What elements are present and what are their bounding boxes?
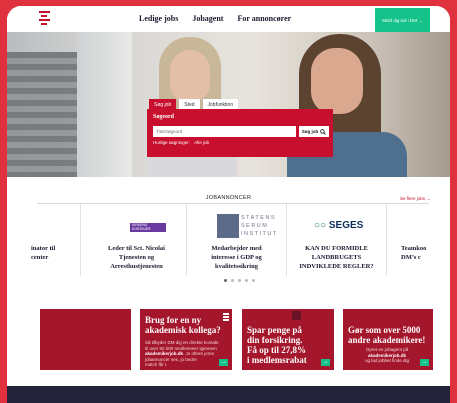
arrow-right-icon[interactable]: → bbox=[321, 359, 330, 366]
carousel-dot[interactable] bbox=[245, 279, 248, 282]
job-card[interactable]: KAN DU FORMIDLE LANDBRUGETS INDVIKLEDE R… bbox=[287, 204, 387, 276]
job-title: Leder til Sct. Nicolai Tjenesten og Arre… bbox=[108, 245, 165, 270]
banner-headline: Brug for en ny akademisk kollega? bbox=[145, 315, 221, 335]
arrow-right-icon[interactable]: → bbox=[420, 359, 429, 366]
search-icon bbox=[320, 128, 327, 135]
search-label: Søgeord bbox=[153, 114, 174, 120]
promo-banner-kollega[interactable]: Brug for en ny akademisk kollega? Så til… bbox=[140, 309, 232, 370]
carousel-dot[interactable] bbox=[252, 279, 255, 282]
job-card[interactable]: Teamkoo DM’s c bbox=[387, 204, 447, 276]
page-frame: Ledige jobs Jobagent For annoncører Meld… bbox=[7, 6, 450, 403]
site-header: Ledige jobs Jobagent For annoncører Meld… bbox=[7, 6, 450, 32]
seges-logo: ○○ SEGES bbox=[314, 220, 364, 231]
shield-icon bbox=[292, 311, 301, 320]
nav-ledige-jobs[interactable]: Ledige jobs bbox=[139, 14, 178, 23]
search-input[interactable] bbox=[153, 126, 296, 137]
carousel-dots bbox=[224, 279, 255, 282]
carousel-dot[interactable] bbox=[238, 279, 241, 282]
jobs-heading: JOBANNONCER bbox=[205, 195, 252, 201]
main-nav: Ledige jobs Jobagent For annoncører bbox=[139, 14, 291, 23]
kirkens-korshaer-logo: KIRKENS KORSHÆR bbox=[130, 223, 166, 232]
carousel-dot[interactable] bbox=[231, 279, 234, 282]
job-title: Medarbejder med interesse i GDP og kvali… bbox=[211, 245, 262, 270]
carousel-dot[interactable] bbox=[224, 279, 227, 282]
nav-for-annoncoerer[interactable]: For annoncører bbox=[237, 14, 291, 23]
banner-headline: Gør som over 5000 andre akademikere! bbox=[348, 325, 426, 345]
dm-mark-icon bbox=[223, 313, 229, 323]
quick-searches-label: Hurtige søgninger: bbox=[153, 140, 191, 145]
quick-searches: Hurtige søgninger: Alle job bbox=[153, 140, 209, 145]
banner-headline: Spar penge på din forsikring. Få op til … bbox=[247, 325, 307, 365]
nav-jobagent[interactable]: Jobagent bbox=[192, 14, 223, 23]
job-title: Teamkoo DM’s c bbox=[401, 245, 427, 261]
hero-staircase bbox=[7, 52, 77, 177]
banner-body: Opret en jobagent på akademikerjob.dk og… bbox=[365, 347, 410, 363]
search-button-label: Søg job bbox=[301, 129, 319, 134]
arrow-right-icon[interactable]: → bbox=[219, 359, 228, 366]
search-button[interactable]: Søg job bbox=[299, 126, 329, 137]
job-card[interactable]: inator til center bbox=[31, 204, 81, 276]
site-footer bbox=[7, 386, 450, 403]
promo-banner-forsikring[interactable]: Spar penge på din forsikring. Få op til … bbox=[242, 309, 334, 370]
join-dm-button[interactable]: Meld dig ind i DM → bbox=[375, 8, 430, 32]
job-carousel: inator til center Leder til Sct. Nicolai… bbox=[31, 204, 432, 276]
banner-body: Så tilbyder DM dig en direkte kontakt ti… bbox=[145, 340, 219, 367]
hero-glass-wall bbox=[77, 32, 132, 177]
quick-search-all-jobs[interactable]: Alle job bbox=[194, 140, 209, 145]
promo-banner-jobagent[interactable]: Gør som over 5000 andre akademikere! Opr… bbox=[343, 309, 433, 370]
more-jobs-link[interactable]: Se flere jobs → bbox=[400, 196, 431, 201]
job-title: inator til center bbox=[31, 245, 56, 261]
promo-banner-empty[interactable] bbox=[40, 309, 131, 370]
job-card[interactable]: Leder til Sct. Nicolai Tjenesten og Arre… bbox=[87, 204, 187, 276]
dm-logo[interactable] bbox=[39, 11, 50, 28]
seges-logo-mark: ○○ bbox=[314, 220, 327, 231]
job-title: KAN DU FORMIDLE LANDBRUGETS INDVIKLEDE R… bbox=[299, 245, 374, 270]
statens-serum-institut-logo: STATENS SERUM INSTITUT bbox=[217, 214, 277, 238]
